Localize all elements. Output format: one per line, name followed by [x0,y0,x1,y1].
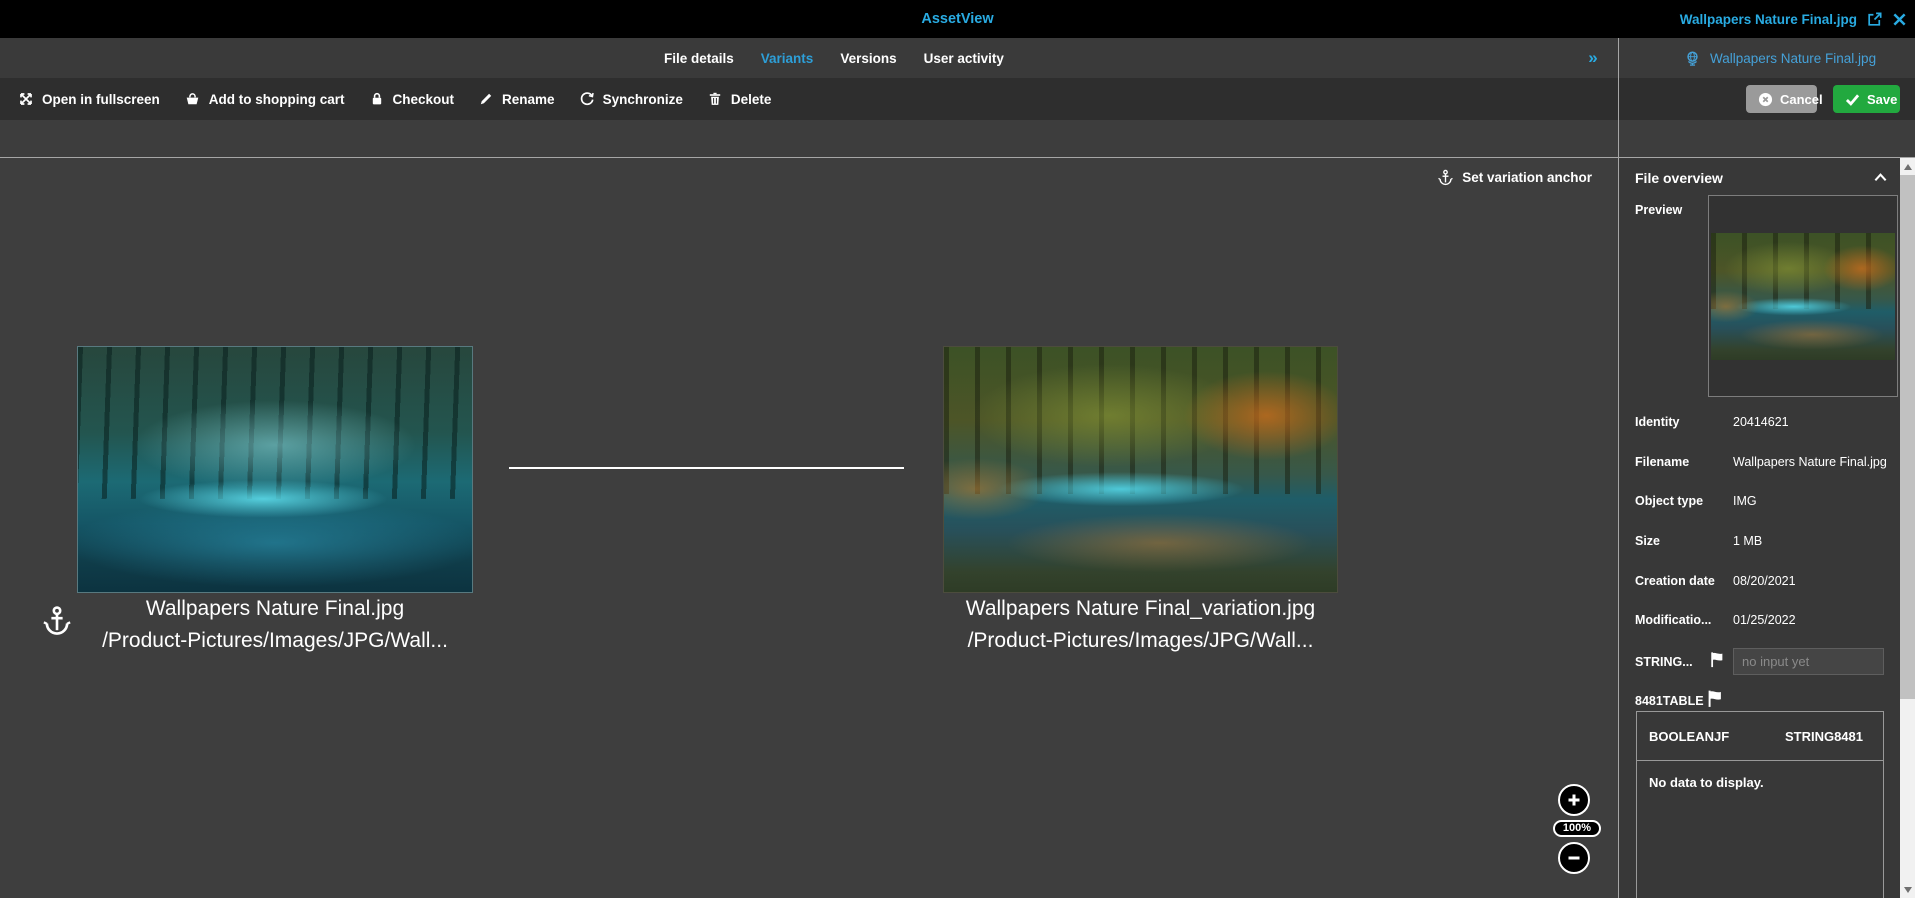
asset-path: /Product-Pictures/Images/JPG/Wall... [967,629,1314,652]
asset-path: /Product-Pictures/Images/JPG/Wall... [102,629,448,652]
collapse-panel-chevrons-icon[interactable]: » [1580,38,1606,78]
field-value: IMG [1733,494,1757,509]
cancel-circle-x-icon [1758,92,1773,107]
tab-user-activity[interactable]: User activity [924,51,1004,66]
tabs-group: File details Variants Versions User acti… [664,38,1004,78]
file-overview-title: File overview [1635,170,1723,186]
panel-scrollbar [1900,158,1915,898]
toolbar-item-label: Open in fullscreen [42,91,160,107]
string-field-label: STRING... [1635,655,1693,669]
field-label: Modificatio... [1635,613,1712,628]
field-value: Wallpapers Nature Final.jpg [1733,454,1887,469]
trash-icon [707,91,723,107]
field-row-filename: Filename Wallpapers Nature Final.jpg [1635,455,1887,495]
synchronize-button[interactable]: Synchronize [579,91,683,107]
titlebar-filename: Wallpapers Nature Final.jpg [1679,11,1857,27]
anchor-icon [1437,169,1454,186]
table-field-label: 8481TABLE [1635,694,1704,708]
toolbar: Open in fullscreen Add to shopping cart … [0,78,1915,185]
lock-icon [369,91,385,107]
field-row-creation-date: Creation date 08/20/2021 [1635,574,1887,614]
zoom-level-indicator[interactable]: 100% [1553,820,1601,837]
fullscreen-icon [18,91,34,107]
shopping-cart-icon [184,91,201,107]
toolbar-item-label: Rename [502,91,555,107]
cancel-button[interactable]: Cancel [1746,85,1823,113]
field-row-object-type: Object type IMG [1635,494,1887,534]
open-external-icon[interactable] [1866,11,1883,28]
cancel-label: Cancel [1780,91,1823,107]
open-in-fullscreen-button[interactable]: Open in fullscreen [18,91,160,107]
delete-button[interactable]: Delete [707,91,772,107]
preview-label: Preview [1635,203,1683,217]
tab-versions[interactable]: Versions [840,51,896,66]
toolbar-item-label: Add to shopping cart [208,91,345,107]
flag-icon[interactable] [1705,688,1726,709]
asset-title: Wallpapers Nature Final.jpg [145,597,405,620]
checkout-button[interactable]: Checkout [369,91,455,107]
field-value: 01/25/2022 [1733,613,1796,628]
zoom-in-button[interactable] [1558,784,1590,816]
titlebar-right-group: Wallpapers Nature Final.jpg [1680,0,1907,38]
scroll-down-arrow-icon[interactable] [1900,881,1915,898]
table-empty-text: No data to display. [1649,775,1764,790]
tab-variants[interactable]: Variants [761,51,814,66]
title-bar: AssetView Wallpapers Nature Final.jpg [0,0,1915,38]
toolbar-item-label: Set variation anchor [1462,169,1592,185]
field-label: Identity [1635,415,1680,429]
pencil-icon [478,91,494,107]
app-title: AssetView [921,11,994,27]
globe-icon [1684,50,1701,67]
flag-icon[interactable] [1708,650,1727,669]
asset-caption-original: Wallpapers Nature Final.jpg /Product-Pic… [77,593,473,657]
rename-button[interactable]: Rename [478,91,555,107]
field-value: 1 MB [1733,534,1763,549]
panel-vertical-divider [1618,38,1619,898]
field-label: Filename [1635,454,1690,469]
table-column-string8481: STRING8481 [1784,728,1863,744]
close-icon[interactable] [1892,12,1907,27]
save-label: Save [1867,91,1898,107]
toolbar-sub-strip [0,120,1915,157]
chevron-up-icon[interactable] [1873,171,1888,183]
variant-image-variation[interactable] [943,346,1338,593]
toolbar-item-label: Checkout [392,91,455,107]
save-button[interactable]: Save [1833,85,1900,113]
tab-bar: File details Variants Versions User acti… [0,38,1915,78]
toolbar-left-group: Open in fullscreen Add to shopping cart … [18,78,771,120]
preview-box [1708,195,1898,397]
toolbar-item-label: Delete [730,91,772,107]
tab-file-details[interactable]: File details [664,51,734,66]
variation-anchor-icon [42,604,72,638]
table-column-booleanjf: BOOLEANJF [1649,728,1730,744]
field-value: 08/20/2021 [1733,573,1796,588]
field-value: 20414621 [1733,415,1789,429]
panel-file-header: Wallpapers Nature Final.jpg [1684,38,1876,78]
field-row-identity: Identity 20414621 [1635,415,1887,455]
table-field: BOOLEANJF STRING8481 No data to display. [1636,711,1884,898]
field-row-size: Size 1 MB [1635,534,1887,574]
metadata-fields: Identity 20414621 Filename Wallpapers Na… [1635,415,1887,653]
variation-connector-line [509,467,904,469]
add-to-shopping-cart-button[interactable]: Add to shopping cart [184,91,345,107]
field-label: Size [1635,534,1661,549]
toolbar-item-label: Synchronize [602,91,683,107]
check-icon [1845,93,1860,106]
table-header-row: BOOLEANJF STRING8481 [1637,712,1883,761]
field-label: Object type [1635,494,1704,509]
zoom-out-button[interactable] [1558,842,1590,874]
string-input[interactable] [1733,648,1884,675]
asset-caption-variation: Wallpapers Nature Final_variation.jpg /P… [943,593,1338,657]
set-variation-anchor-button[interactable]: Set variation anchor [1437,156,1592,198]
sync-icon [579,91,595,107]
scroll-up-arrow-icon[interactable] [1900,158,1915,175]
file-overview-panel: File overview Preview Identity 20414621 … [1619,158,1915,898]
scrollbar-thumb[interactable] [1900,175,1915,699]
field-label: Creation date [1635,573,1715,588]
preview-image [1711,233,1895,360]
variant-image-original[interactable] [77,346,473,593]
panel-action-buttons: Cancel Save [1746,85,1900,113]
asset-title: Wallpapers Nature Final_variation.jpg [965,597,1316,620]
panel-filename: Wallpapers Nature Final.jpg [1710,50,1877,66]
